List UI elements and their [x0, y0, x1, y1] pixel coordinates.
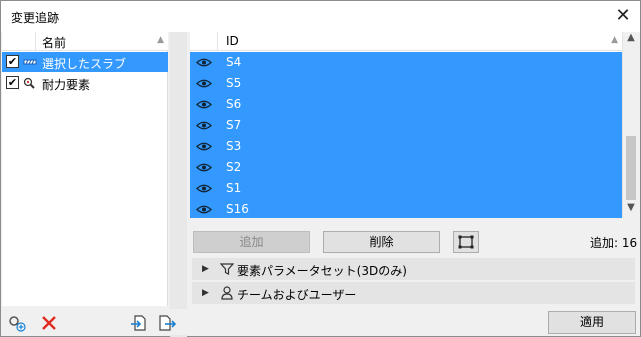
sort-up-icon: ▲	[611, 35, 618, 45]
magnifier-icon	[23, 77, 35, 89]
left-panel-toolbar	[2, 309, 187, 335]
list-item-label: 選択したスラブ	[42, 57, 127, 71]
eye-icon[interactable]	[196, 162, 212, 173]
table-row[interactable]: S5	[190, 73, 622, 94]
delete-icon[interactable]	[40, 314, 58, 332]
row-id: S1	[226, 181, 242, 195]
slab-icon	[23, 59, 37, 65]
checkbox[interactable]: ✔	[6, 55, 19, 68]
splitter[interactable]	[170, 32, 187, 337]
eye-icon[interactable]	[196, 204, 212, 215]
apply-button[interactable]: 適用	[548, 311, 636, 334]
table-row[interactable]: S16	[190, 199, 622, 220]
row-id: S3	[226, 139, 242, 153]
table-row[interactable]: S7	[190, 115, 622, 136]
added-count: 追加: 16	[590, 236, 638, 250]
import-icon[interactable]	[130, 314, 148, 332]
row-id: S4	[226, 55, 242, 69]
id-header-label: ID	[226, 34, 239, 48]
table-row[interactable]: S6	[190, 94, 622, 115]
title-bar: 変更追跡 ✕	[1, 1, 640, 32]
sort-up-icon: ▲	[157, 35, 164, 45]
eye-icon[interactable]	[196, 183, 212, 194]
scroll-up-icon[interactable]: ▲	[623, 32, 639, 48]
remove-button[interactable]: 削除	[323, 231, 440, 253]
table-row[interactable]: S4	[190, 52, 622, 73]
row-id: S2	[226, 160, 242, 174]
list-item-structural[interactable]: ✔ 耐力要素	[2, 73, 168, 93]
name-header-label: 名前	[42, 36, 67, 50]
id-list: ID ▲ S4 S5 S6 S7 S3 S2 S1 S16	[190, 32, 622, 218]
eye-icon[interactable]	[196, 120, 212, 131]
id-column-header[interactable]: ID ▲	[190, 32, 622, 51]
add-button[interactable]: 追加	[193, 231, 310, 253]
eye-icon[interactable]	[196, 78, 212, 89]
filter-icon	[220, 263, 234, 275]
table-row[interactable]: S1	[190, 178, 622, 199]
list-item-selected-slab[interactable]: ✔ 選択したスラブ	[2, 52, 168, 72]
expand-arrow-icon[interactable]: ▶	[202, 288, 209, 298]
expander-label: 要素パラメータセット(3Dのみ)	[237, 264, 407, 278]
zoom-to-selection-button[interactable]	[453, 231, 479, 253]
vertical-scrollbar[interactable]: ▲ ▼	[622, 32, 638, 218]
row-id: S5	[226, 76, 242, 90]
export-icon[interactable]	[158, 314, 176, 332]
eye-icon[interactable]	[196, 57, 212, 68]
scroll-down-icon[interactable]: ▼	[623, 202, 639, 218]
name-column-header[interactable]: 名前 ▲	[2, 32, 168, 51]
row-id: S6	[226, 97, 242, 111]
row-id: S16	[226, 202, 249, 216]
eye-icon[interactable]	[196, 141, 212, 152]
expander-label: チームおよびユーザー	[237, 288, 357, 302]
expand-arrow-icon[interactable]: ▶	[202, 264, 209, 274]
checkbox[interactable]: ✔	[6, 76, 19, 89]
team-and-users-expander[interactable]: ▶ チームおよびユーザー	[192, 282, 635, 304]
add-track-icon[interactable]	[8, 314, 26, 332]
user-icon	[221, 286, 233, 300]
element-parameter-set-expander[interactable]: ▶ 要素パラメータセット(3Dのみ)	[192, 258, 635, 280]
close-icon[interactable]: ✕	[612, 5, 634, 27]
table-row[interactable]: S2	[190, 157, 622, 178]
scroll-thumb[interactable]	[626, 136, 636, 200]
frame-selection-icon	[458, 235, 474, 249]
eye-icon[interactable]	[196, 99, 212, 110]
row-id: S7	[226, 118, 242, 132]
id-rows: S4 S5 S6 S7 S3 S2 S1 S16	[190, 52, 622, 218]
table-row[interactable]: S3	[190, 136, 622, 157]
criteria-list: 名前 ▲ ✔ 選択したスラブ ✔ 耐力要素	[2, 32, 168, 306]
window-title: 変更追跡	[11, 11, 60, 25]
list-item-label: 耐力要素	[42, 78, 91, 92]
